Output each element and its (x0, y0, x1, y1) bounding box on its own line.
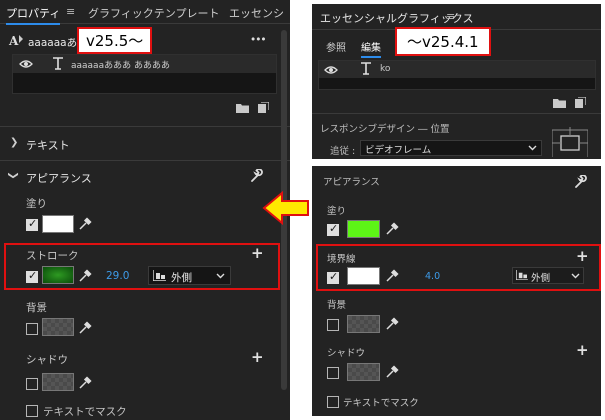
background-label: 背景 (26, 302, 47, 314)
text-layer-icon: A (8, 34, 23, 47)
text-mask-checkbox[interactable] (327, 396, 339, 408)
text-section-chevron-icon[interactable]: ❯ (10, 137, 18, 148)
new-layer-icon[interactable] (575, 97, 586, 108)
tab-browse[interactable]: 参照 (326, 39, 346, 54)
new-layer-icon[interactable] (258, 102, 269, 113)
tab-edit[interactable]: 編集 (361, 39, 381, 58)
text-mask-label: テキストでマスク (43, 406, 127, 418)
fill-checkbox[interactable] (26, 217, 38, 231)
arrow-left-icon (262, 191, 309, 225)
text-type-icon (53, 57, 63, 70)
appearance-section-title[interactable]: アピアランス (323, 174, 380, 188)
fill-eyedropper-icon[interactable] (78, 217, 92, 231)
tab-graphic-templates[interactable]: グラフィックテンプレート (88, 5, 219, 21)
pin-position-widget-icon[interactable] (552, 127, 588, 157)
background-color-swatch[interactable] (42, 318, 74, 336)
shadow-eyedropper-icon[interactable] (78, 376, 92, 390)
shadow-checkbox[interactable] (327, 367, 339, 379)
text-mask-label: テキストでマスク (343, 398, 419, 409)
text-section-title[interactable]: テキスト (26, 137, 70, 153)
fill-eyedropper-icon[interactable] (385, 222, 399, 236)
tab-properties[interactable]: プロパティ (6, 5, 61, 25)
follow-value: ビデオフレーム (365, 145, 432, 156)
divider (0, 160, 290, 161)
tab-essential[interactable]: エッセンシ (229, 5, 287, 21)
appearance-section-title[interactable]: アピアランス (26, 170, 92, 186)
layer-title: aaaaaaあ (28, 37, 78, 49)
layer-name: ko (380, 64, 391, 74)
text-type-icon (361, 62, 371, 75)
eye-icon[interactable] (324, 65, 338, 75)
shadow-eyedropper-icon[interactable] (385, 365, 399, 379)
shadow-color-swatch[interactable] (347, 363, 380, 381)
properties-panel: プロパティ ≡ グラフィックテンプレート エッセンシ A aaaaaaあ •••… (0, 0, 290, 420)
wrench-icon[interactable] (250, 169, 263, 182)
appearance-chevron-down-icon[interactable]: ❯ (8, 171, 19, 179)
tab-menu-icon[interactable]: ≡ (66, 5, 75, 18)
wrench-icon[interactable] (574, 175, 587, 188)
stroke-highlight-box (4, 243, 280, 290)
chevron-down-icon (528, 145, 537, 151)
shadow-checkbox[interactable] (26, 378, 38, 390)
layer-item-text: aaaaaaあああ ああああ (71, 61, 170, 71)
background-checkbox[interactable] (327, 319, 339, 331)
background-label: 背景 (327, 300, 347, 311)
new-folder-icon[interactable] (236, 103, 249, 113)
text-mask-checkbox[interactable] (26, 405, 38, 417)
background-color-swatch[interactable] (347, 315, 380, 333)
svg-text:A: A (8, 34, 19, 47)
fill-color-swatch[interactable] (42, 215, 74, 233)
eye-icon[interactable] (19, 59, 33, 69)
divider (312, 113, 601, 114)
divider (0, 126, 290, 127)
version-badge-old: 〜v25.4.1 (395, 27, 491, 56)
stroke-highlight-box (316, 244, 601, 291)
panel-menu-icon[interactable]: ≡ (446, 10, 455, 23)
add-shadow-icon[interactable]: + (251, 350, 264, 365)
more-options-icon[interactable]: ••• (250, 34, 267, 46)
fill-label: 塗り (327, 206, 347, 217)
shadow-label: シャドウ (26, 354, 68, 366)
responsive-design-label: レスポンシブデザイン ― 位置 (320, 124, 450, 135)
fill-color-swatch[interactable] (347, 220, 380, 238)
shadow-color-swatch[interactable] (42, 373, 74, 391)
background-checkbox[interactable] (26, 323, 38, 335)
background-eyedropper-icon[interactable] (385, 317, 399, 331)
new-folder-icon[interactable] (553, 98, 566, 108)
add-shadow-icon[interactable]: + (576, 343, 589, 358)
version-badge-new: v25.5〜 (77, 27, 153, 54)
shadow-label: シャドウ (327, 348, 366, 359)
follow-label: 追従 : (330, 146, 356, 157)
background-eyedropper-icon[interactable] (78, 321, 92, 335)
fill-checkbox[interactable] (327, 222, 339, 236)
fill-label: 塗り (26, 198, 47, 210)
